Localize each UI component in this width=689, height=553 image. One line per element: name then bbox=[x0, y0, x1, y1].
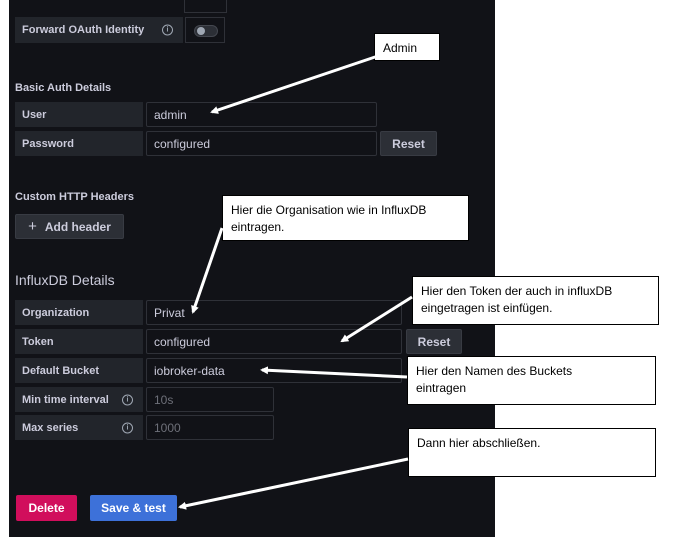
info-icon: i bbox=[162, 24, 173, 36]
callout-finish: Dann hier abschließen. bbox=[408, 428, 656, 477]
organization-label: Organization bbox=[15, 300, 143, 325]
custom-headers-heading: Custom HTTP Headers bbox=[15, 191, 134, 203]
callout-admin: Admin bbox=[374, 33, 440, 61]
token-label-text: Token bbox=[22, 335, 54, 348]
plus-icon: + bbox=[28, 218, 37, 235]
info-icon: i bbox=[122, 394, 133, 405]
token-label: Token bbox=[15, 329, 143, 354]
max-series-label: Max series i bbox=[15, 415, 143, 440]
min-time-interval-input[interactable]: 10s bbox=[146, 387, 274, 412]
top-toggle-remnant bbox=[184, 0, 227, 13]
callout-bucket-line1: Hier den Namen des Buckets bbox=[416, 364, 573, 378]
callout-bucket-line2: eintragen bbox=[416, 381, 467, 395]
default-bucket-label-text: Default Bucket bbox=[22, 364, 100, 377]
max-series-label-text: Max series bbox=[22, 421, 79, 434]
toggle-switch[interactable] bbox=[194, 25, 218, 37]
basic-auth-heading: Basic Auth Details bbox=[15, 82, 112, 94]
callout-bucket: Hier den Namen des Buckets eintragen bbox=[407, 356, 656, 405]
save-and-test-button[interactable]: Save & test bbox=[90, 495, 177, 521]
callout-token: Hier den Token der auch in influxDB eing… bbox=[412, 276, 659, 325]
password-input[interactable]: configured bbox=[146, 131, 377, 156]
delete-button[interactable]: Delete bbox=[16, 495, 77, 521]
forward-oauth-label: Forward OAuth Identity i bbox=[15, 17, 183, 43]
callout-org-line1: Hier die Organisation wie in InfluxDB bbox=[231, 203, 427, 217]
add-header-button[interactable]: + Add header bbox=[15, 214, 124, 239]
toggle-knob bbox=[197, 27, 205, 35]
default-bucket-input[interactable]: iobroker-data bbox=[146, 358, 402, 383]
default-bucket-label: Default Bucket bbox=[15, 358, 143, 383]
token-input[interactable]: configured bbox=[146, 329, 402, 354]
callout-token-line1: Hier den Token der auch in influxDB bbox=[421, 284, 613, 298]
token-reset-button[interactable]: Reset bbox=[406, 329, 462, 354]
organization-label-text: Organization bbox=[22, 306, 90, 319]
max-series-input[interactable]: 1000 bbox=[146, 415, 274, 440]
callout-finish-text: Dann hier abschließen. bbox=[417, 436, 541, 450]
callout-admin-text: Admin bbox=[383, 41, 418, 55]
add-header-label: Add header bbox=[44, 219, 111, 234]
influxdb-heading: InfluxDB Details bbox=[15, 272, 115, 288]
user-input[interactable]: admin bbox=[146, 102, 377, 127]
password-label-text: Password bbox=[22, 137, 74, 150]
callout-token-line2: eingetragen ist einfügen. bbox=[421, 301, 553, 315]
organization-input[interactable]: Privat bbox=[146, 300, 402, 325]
min-time-interval-label-text: Min time interval bbox=[22, 393, 109, 406]
user-label: User bbox=[15, 102, 143, 127]
min-time-interval-label: Min time interval i bbox=[15, 387, 143, 412]
forward-oauth-label-text: Forward OAuth Identity bbox=[22, 24, 145, 36]
callout-org-line2: eintragen. bbox=[231, 220, 285, 234]
forward-oauth-toggle-box[interactable] bbox=[185, 17, 225, 43]
password-reset-button[interactable]: Reset bbox=[380, 131, 437, 156]
info-icon: i bbox=[122, 422, 133, 433]
callout-organization: Hier die Organisation wie in InfluxDB ei… bbox=[222, 195, 469, 241]
user-label-text: User bbox=[22, 108, 47, 121]
password-label: Password bbox=[15, 131, 143, 156]
